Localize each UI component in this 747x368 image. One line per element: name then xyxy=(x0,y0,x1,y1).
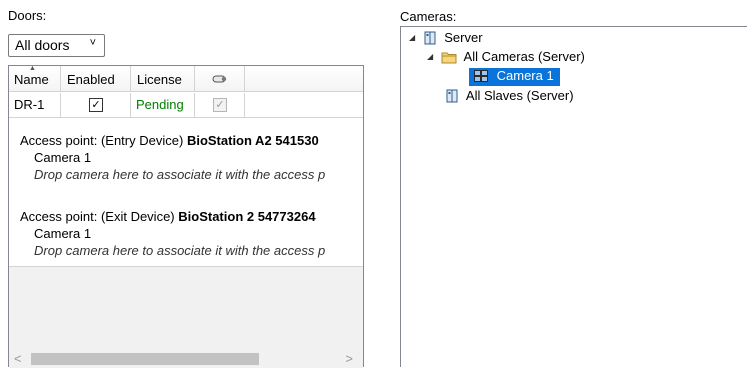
tree-node-all-cameras[interactable]: ◢ All Cameras (Server) xyxy=(427,49,585,67)
tree-node-server[interactable]: ◢ Server xyxy=(409,30,483,48)
tree-node-camera-1[interactable]: Camera 1 xyxy=(469,68,560,86)
tree-node-server-label: Server xyxy=(444,30,483,45)
device-name: BioStation A2 541530 xyxy=(186,133,319,148)
sort-ascending-icon: ▲ xyxy=(29,65,36,72)
column-header-camera[interactable] xyxy=(195,66,245,92)
cell-license-status: Pending xyxy=(131,93,195,117)
chevron-down-icon: ˅ xyxy=(89,37,96,49)
access-point-heading: Access point: (Entry Device) BioStation … xyxy=(20,133,363,148)
grid-header: ▲ Name Enabled License xyxy=(9,65,363,92)
access-point-heading: Access point: (Exit Device) BioStation 2… xyxy=(20,209,363,224)
tree-node-all-slaves[interactable]: All Slaves (Server) xyxy=(445,88,574,106)
access-point-prefix: Access point: xyxy=(20,133,98,148)
table-row[interactable]: DR-1 ✓ Pending ✓ xyxy=(9,93,363,118)
door-filter-dropdown[interactable]: All doors ˅ xyxy=(8,34,105,57)
access-point-entry: Access point: (Entry Device) BioStation … xyxy=(20,133,363,182)
cell-door-name: DR-1 xyxy=(9,93,61,117)
expanded-icon[interactable]: ◢ xyxy=(427,52,437,61)
folder-icon xyxy=(441,51,457,67)
camera-drop-zone[interactable]: Drop camera here to associate it with th… xyxy=(20,167,363,182)
expanded-icon[interactable]: ◢ xyxy=(409,33,419,42)
cell-camera: ✓ xyxy=(195,93,245,117)
scrollbar-thumb[interactable] xyxy=(31,353,259,365)
doors-label: Doors: xyxy=(8,8,47,23)
access-point-exit: Access point: (Exit Device) BioStation 2… xyxy=(20,209,363,258)
access-point-prefix: Access point: xyxy=(20,209,98,224)
device-name: BioStation 2 54773264 xyxy=(178,209,316,224)
tree-node-all-slaves-label: All Slaves (Server) xyxy=(465,88,574,103)
cameras-label: Cameras: xyxy=(400,9,457,24)
column-header-license[interactable]: License xyxy=(131,66,195,92)
column-header-enabled-label: Enabled xyxy=(67,72,115,87)
scroll-left-icon[interactable]: < xyxy=(14,351,22,366)
server-icon xyxy=(445,89,459,106)
camera-grid-icon xyxy=(473,69,489,86)
column-header-name[interactable]: ▲ Name xyxy=(9,65,61,92)
access-point-details: Access point: (Entry Device) BioStation … xyxy=(9,123,363,273)
door-filter-value: All doors xyxy=(15,37,70,53)
scroll-right-icon[interactable]: > xyxy=(345,351,353,366)
enabled-checkbox[interactable]: ✓ xyxy=(89,98,103,112)
column-header-name-label: Name xyxy=(14,72,49,87)
column-header-license-label: License xyxy=(137,72,182,87)
horizontal-scrollbar[interactable]: < > xyxy=(9,350,363,368)
associated-camera[interactable]: Camera 1 xyxy=(20,150,363,165)
tree-node-camera-1-label: Camera 1 xyxy=(496,68,554,83)
camera-tree: ◢ Server ◢ All Cameras (Server) Camera 1… xyxy=(400,26,747,367)
device-type: (Exit Device) xyxy=(100,209,175,224)
device-type: (Entry Device) xyxy=(100,133,184,148)
tree-node-all-cameras-label: All Cameras (Server) xyxy=(463,49,585,64)
camera-checkbox: ✓ xyxy=(213,98,227,112)
column-header-enabled[interactable]: Enabled xyxy=(61,66,131,92)
associated-camera[interactable]: Camera 1 xyxy=(20,226,363,241)
doors-grid: ▲ Name Enabled License DR-1 ✓ Pending ✓ xyxy=(8,65,364,368)
cell-enabled: ✓ xyxy=(61,93,131,117)
camera-icon xyxy=(211,72,229,87)
camera-drop-zone[interactable]: Drop camera here to associate it with th… xyxy=(20,243,363,258)
server-icon xyxy=(423,31,437,48)
